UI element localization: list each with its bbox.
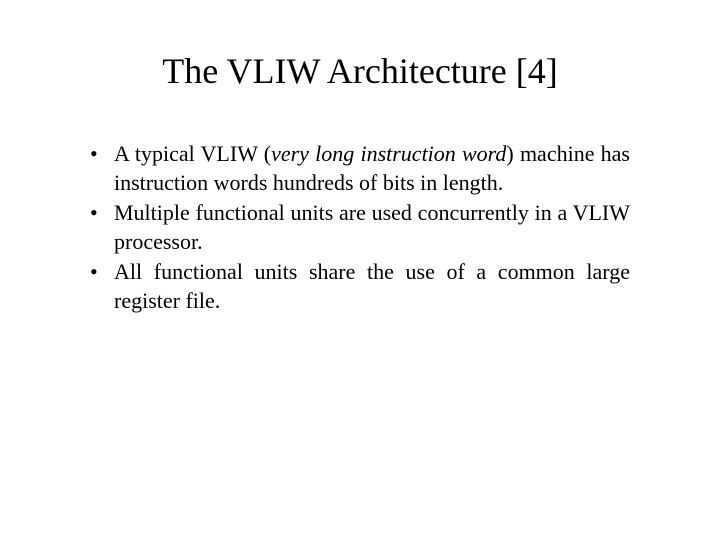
bullet-item: A typical VLIW (very long instruction wo… [90,140,630,197]
bullet-text-pre: A typical VLIW ( [114,141,271,166]
bullet-text-italic: very long instruction word [271,141,506,166]
bullet-item: Multiple functional units are used concu… [90,199,630,256]
bullet-item: All functional units share the use of a … [90,258,630,315]
bullet-list: A typical VLIW (very long instruction wo… [60,140,660,316]
slide-title: The VLIW Architecture [4] [60,50,660,92]
